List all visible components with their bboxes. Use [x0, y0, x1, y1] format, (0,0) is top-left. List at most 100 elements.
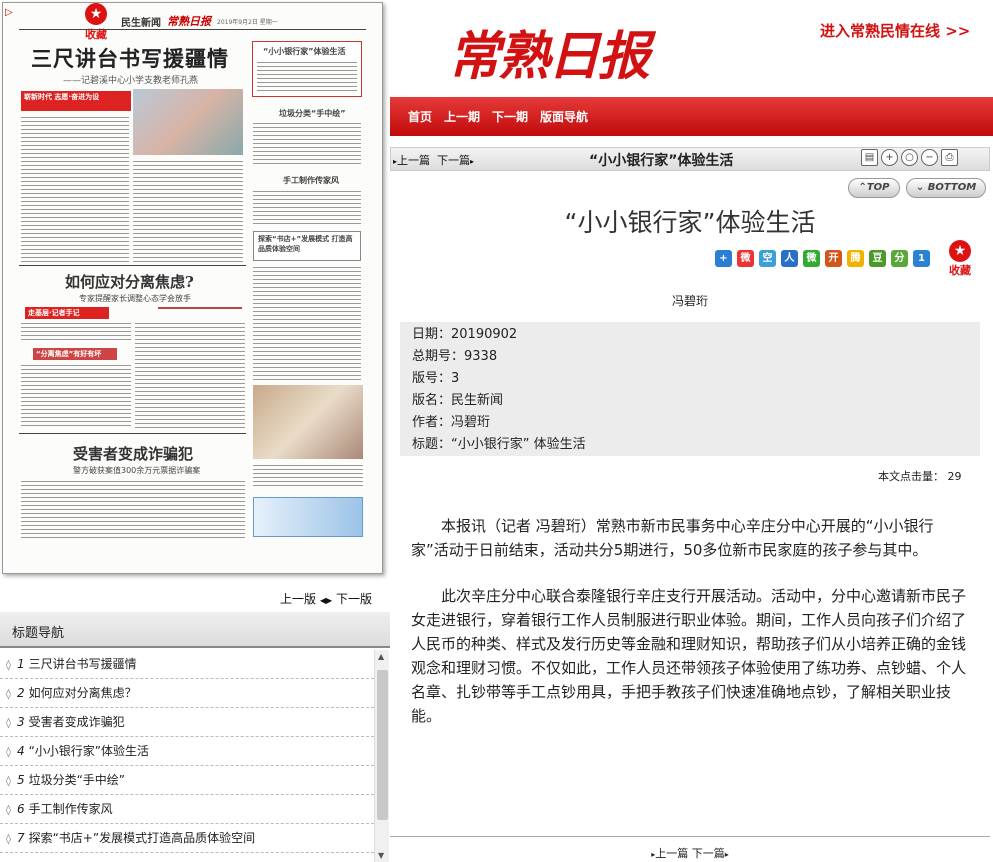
item-label: “小小银行家”体验生活 [28, 744, 150, 758]
nav-next-issue[interactable]: 下一期 [492, 108, 528, 125]
nav-prev-issue[interactable]: 上一期 [444, 108, 480, 125]
weibo-icon[interactable]: 微 [737, 250, 754, 267]
renren-icon[interactable]: 人 [781, 250, 798, 267]
item-label: 三尺讲台书写援疆情 [28, 657, 137, 671]
page-pager: 上一版 ◀▶ 下一版 [280, 590, 372, 607]
item-number: 5 [16, 773, 25, 787]
article-body: 本报讯（记者 冯碧珩）常熟市新市民事务中心辛庄分中心开展的“小小银行家”活动于日… [411, 514, 971, 750]
title-nav-item[interactable]: ◊ 1 三尺讲台书写援疆情 [0, 650, 374, 679]
event-photo [253, 385, 363, 459]
top-button[interactable]: ⌃TOP [848, 178, 900, 198]
strip-b: “分离焦虑”有好有坏 [33, 348, 117, 360]
toolbar-title: “小小银行家”体验生活 [589, 153, 734, 169]
title-nav-item[interactable]: ◊ 7 探索“书店+”发展模式打造高品质体验空间 [0, 824, 374, 853]
item-label: 如何应对分离焦虑？ [28, 686, 137, 700]
site-logo[interactable]: 常熟日报 [448, 14, 650, 89]
diamond-icon: ◊ [6, 747, 11, 758]
article-favorite-button[interactable]: ★ 收藏 [946, 240, 974, 278]
meta-key: 版号： [412, 371, 452, 386]
meta-value: 民生新闻 [451, 393, 504, 408]
title-nav-item[interactable]: ◊ 6 手工制作传家风 [0, 795, 374, 824]
item-number: 2 [16, 686, 25, 700]
headline-sub: ——记碧溪中心小学支教老师孔燕 [63, 76, 199, 86]
wechat-icon[interactable]: 微 [803, 250, 820, 267]
page: ▷ ★ 收藏 民生新闻 常熟日报 2019年9月2日 星期一 三尺讲台书写援疆情… [0, 0, 993, 862]
douban-icon[interactable]: 豆 [869, 250, 886, 267]
nav-home[interactable]: 首页 [408, 108, 432, 125]
item-number: 6 [16, 802, 25, 816]
favorite-button[interactable]: ★ 收藏 [81, 3, 111, 41]
tencent-icon[interactable]: 腾 [847, 250, 864, 267]
title-nav-item[interactable]: ◊ 3 受害者变成诈骗犯 [0, 708, 374, 737]
zoom-in-icon[interactable]: + [881, 149, 898, 166]
ad-block [253, 497, 363, 537]
item-number: 4 [16, 744, 25, 758]
meta-row: 标题：“小小银行家” 体验生活 [412, 434, 968, 456]
hit-count: 本文点击量： 29 [878, 470, 962, 483]
zoom-out-icon[interactable]: − [921, 149, 938, 166]
bottom-button[interactable]: ⌄ BOTTOM [906, 178, 986, 198]
next-page-link[interactable]: 下一版 [336, 592, 372, 606]
share-green-icon[interactable]: 分 [891, 250, 908, 267]
classroom-photo [133, 89, 243, 155]
meta-row: 总期号：9338 [412, 346, 968, 368]
title-nav-item[interactable]: ◊ 2 如何应对分离焦虑？ [0, 679, 374, 708]
box-title-3[interactable]: 手工制作传家风 [283, 175, 339, 186]
prev-page-link[interactable]: 上一版 [280, 592, 316, 606]
meta-row: 日期：20190902 [412, 324, 968, 346]
brand-small: 常熟日报 [167, 15, 211, 28]
newspaper-page-thumbnail[interactable]: ▷ ★ 收藏 民生新闻 常熟日报 2019年9月2日 星期一 三尺讲台书写援疆情… [2, 2, 383, 574]
diamond-icon: ◊ [6, 776, 11, 787]
clipboard-icon[interactable]: ▤ [861, 149, 878, 166]
scrollbar[interactable]: ▲ ▼ [374, 650, 389, 862]
toolbar-icons: ▤ + ○ − ⎙ [861, 149, 958, 166]
scroll-up-icon[interactable]: ▲ [378, 652, 384, 661]
item-label: 受害者变成诈骗犯 [28, 715, 125, 729]
meta-value: “小小银行家” 体验生活 [451, 437, 586, 452]
footer-pager: ▸上一篇 下一篇▸ [390, 836, 990, 862]
item-label: 垃圾分类“手中绘” [28, 773, 126, 787]
scroll-thumb[interactable] [377, 670, 388, 820]
qzone-icon[interactable]: 空 [759, 250, 776, 267]
article-author: 冯碧珩 [671, 294, 708, 308]
article-meta: 日期：20190902 总期号：9338 版号：3 版名：民生新闻 作者：冯碧珩 标题：“… [400, 322, 980, 456]
scroll-down-icon[interactable]: ▼ [378, 851, 384, 860]
item-number: 7 [16, 831, 25, 845]
down-arrow-icon: ⌄ [915, 182, 928, 193]
toolbar-next-article[interactable]: 下一篇▸ [437, 152, 474, 168]
strip-c [158, 307, 242, 309]
date-line: 2019年9月2日 星期一 [217, 18, 278, 26]
title-nav-header: 标题导航 [0, 612, 390, 648]
headline-3-sub: 警方破获案值300余万元票据诈骗案 [73, 466, 201, 475]
box-title: “小小银行家”体验生活 [263, 47, 346, 56]
toolbar-prev-article[interactable]: ▸上一篇 [393, 152, 430, 168]
box-title-2[interactable]: 垃圾分类“手中绘” [279, 108, 346, 119]
print-icon[interactable]: ⎙ [941, 149, 958, 166]
footer-next-article[interactable]: 下一篇 [692, 847, 725, 860]
kaixin-icon[interactable]: 开 [825, 250, 842, 267]
headline[interactable]: 三尺讲台书写援疆情 [31, 43, 229, 73]
banner-strip: 崭新时代 志愿·奋进为设 [21, 91, 131, 111]
box-article-4[interactable]: 探索“书店+”发展模式 打造高品质体验空间 [253, 231, 361, 261]
title-nav-item[interactable]: ◊ 4 “小小银行家”体验生活 [0, 737, 374, 766]
meta-row: 作者：冯碧珩 [412, 412, 968, 434]
zoom-reset-icon[interactable]: ○ [901, 149, 918, 166]
share-plus-icon[interactable]: + [715, 250, 732, 267]
meta-value: 冯碧珩 [451, 415, 491, 430]
article-text-block [21, 115, 129, 265]
headline-3[interactable]: 受害者变成诈骗犯 [73, 443, 193, 464]
star-icon: ★ [85, 3, 107, 25]
headline-2[interactable]: 如何应对分离焦虑? [65, 271, 194, 292]
site-banner: 常熟日报 进入常熟民情在线 >> [390, 0, 993, 97]
box-article-1[interactable]: “小小银行家”体验生活 [252, 41, 362, 97]
footer-prev-article[interactable]: 上一篇 [655, 847, 688, 860]
nav-layout[interactable]: 版面导航 [540, 108, 588, 125]
diamond-icon: ◊ [6, 660, 11, 671]
share-more-icon[interactable]: 1 [913, 250, 930, 267]
meta-row: 版名：民生新闻 [412, 390, 968, 412]
item-number: 1 [16, 657, 25, 671]
minqing-link[interactable]: 进入常熟民情在线 >> [820, 20, 970, 41]
title-nav-item[interactable]: ◊ 5 垃圾分类“手中绘” [0, 766, 374, 795]
section-name: 民生新闻 [121, 17, 161, 29]
meta-key: 总期号： [412, 349, 465, 364]
